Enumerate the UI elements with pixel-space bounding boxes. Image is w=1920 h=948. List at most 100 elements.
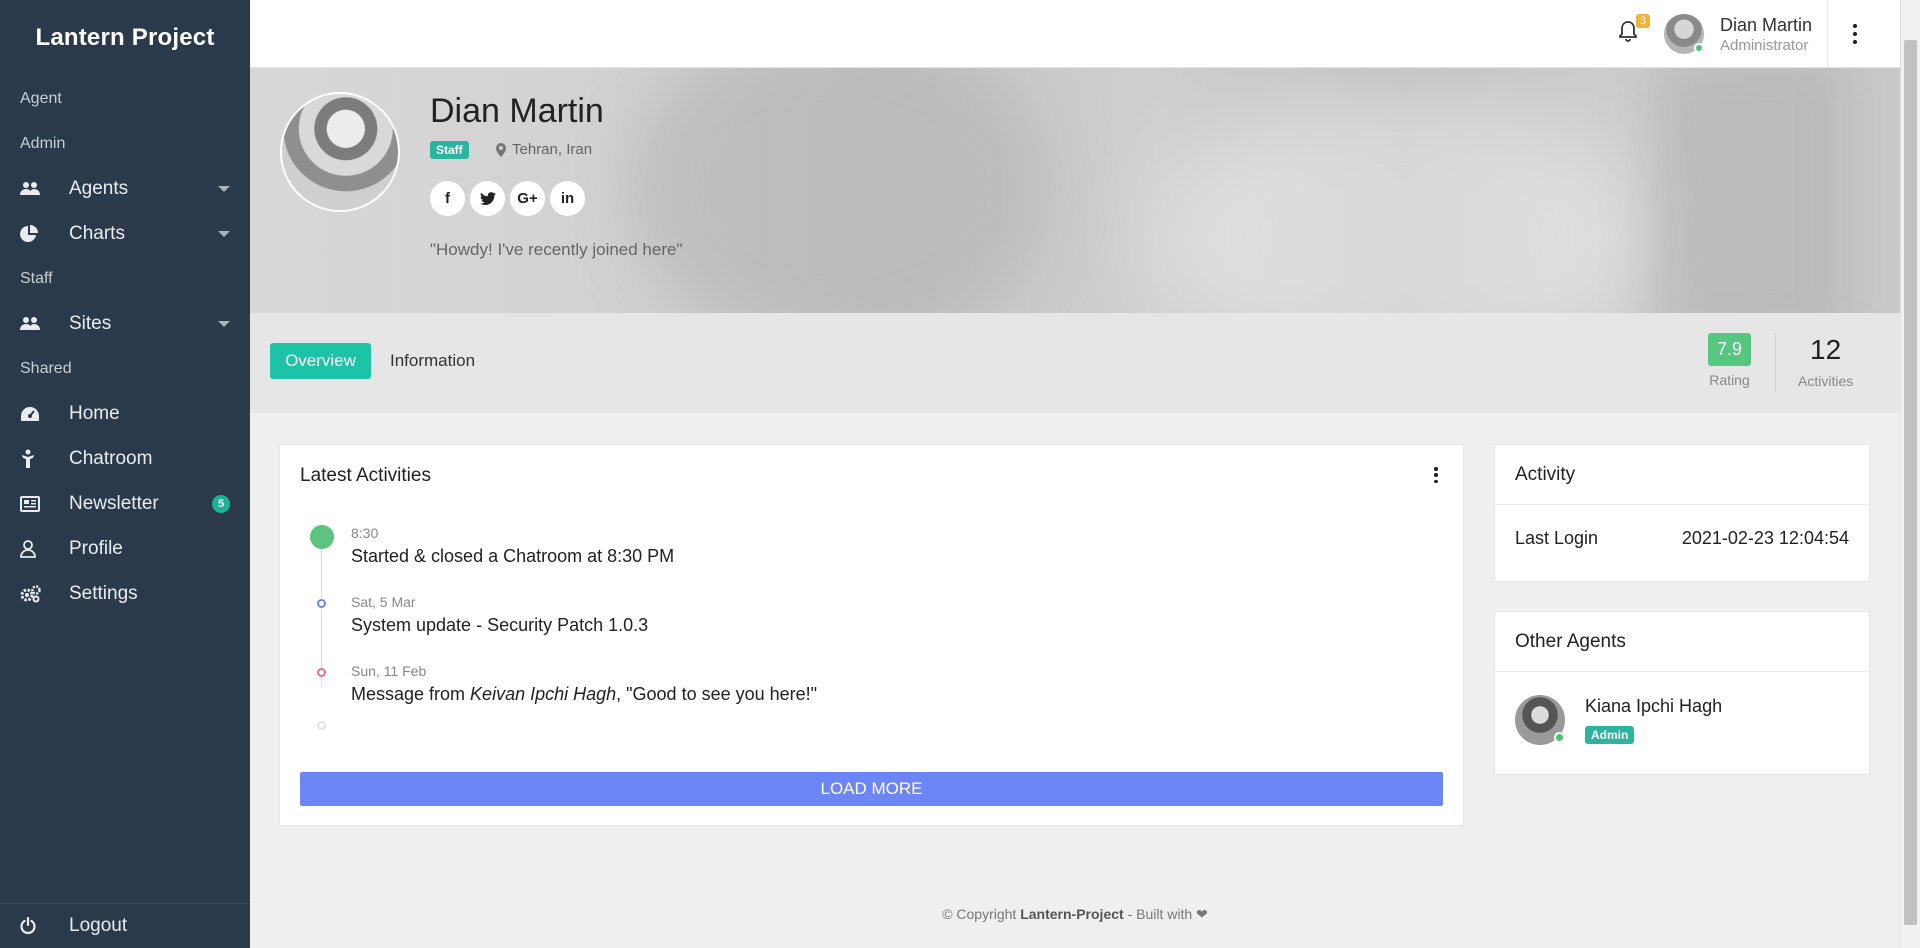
pie-chart-icon <box>20 224 45 243</box>
load-more-button[interactable]: LOAD MORE <box>300 772 1443 806</box>
dot <box>1434 479 1438 483</box>
more-options-button[interactable] <box>1845 22 1865 46</box>
last-login-row: Last Login 2021-02-23 12:04:54 <box>1495 505 1869 571</box>
rating-label: Rating <box>1709 372 1750 388</box>
user-name: Dian Martin <box>1720 15 1813 35</box>
app-title[interactable]: Lantern Project <box>0 0 250 76</box>
section-shared: Shared <box>20 359 72 377</box>
sidebar-item-label: Agents <box>69 177 129 199</box>
activities-label: Activities <box>1798 373 1854 389</box>
dashboard-icon <box>20 406 45 422</box>
timeline-dot <box>310 525 334 549</box>
linkedin-icon[interactable]: in <box>550 181 585 216</box>
user-icon <box>20 539 45 558</box>
newspaper-icon <box>20 495 45 512</box>
timeline-dot <box>317 599 326 608</box>
agent-row[interactable]: Kiana Ipchi Hagh Admin <box>1495 672 1869 774</box>
activity-text: Message from Keivan Ipchi Hagh, "Good to… <box>351 684 817 705</box>
activity-text: System update - Security Patch 1.0.3 <box>351 615 649 635</box>
sidebar-item-label: Sites <box>69 312 112 334</box>
users-icon <box>20 316 45 332</box>
page-scrollbar[interactable] <box>1900 0 1920 948</box>
chatroom-icon <box>20 449 45 469</box>
card-title: Latest Activities <box>300 465 431 486</box>
user-role: Administrator <box>1720 37 1809 54</box>
scrollbar-thumb[interactable] <box>1904 40 1917 925</box>
cover-shade <box>1650 68 1850 313</box>
sidebar-item-settings[interactable]: Settings <box>0 571 250 616</box>
user-menu[interactable]: Dian Martin Administrator <box>1720 15 1812 54</box>
dot <box>1853 40 1857 44</box>
footer: © Copyright Lantern-Project - Built with… <box>250 906 1900 923</box>
sidebar-item-label: Home <box>69 402 120 424</box>
sidebar-item-label: Profile <box>69 537 123 559</box>
tab-overview[interactable]: Overview <box>270 343 371 379</box>
message-content: , "Good to see you here!" <box>616 684 818 704</box>
section-admin: Admin <box>20 134 66 152</box>
sidebar-item-chatroom[interactable]: Chatroom <box>0 436 250 481</box>
sidebar-item-home[interactable]: Home <box>0 391 250 436</box>
activity-time: Sat, 5 Mar <box>351 594 416 610</box>
bell-icon <box>1619 21 1637 42</box>
topbar-divider <box>1827 0 1828 68</box>
online-status-dot <box>1554 732 1565 743</box>
role-badge: Admin <box>1585 726 1635 744</box>
sidebar-item-agents[interactable]: Agents <box>0 166 250 211</box>
cover-shade <box>630 68 1050 313</box>
google-plus-icon[interactable]: G+ <box>510 181 545 216</box>
facebook-icon[interactable]: f <box>430 181 465 216</box>
profile-name: Dian Martin <box>430 92 604 130</box>
dot <box>1853 24 1857 28</box>
last-login-label: Last Login <box>1515 527 1599 548</box>
dot <box>1434 473 1438 477</box>
map-marker-icon <box>496 142 506 157</box>
topbar: 3 Dian Martin Administrator <box>250 0 1900 68</box>
section-staff: Staff <box>20 269 53 287</box>
rating-value: 7.9 <box>1708 333 1752 366</box>
sidebar-item-sites[interactable]: Sites <box>0 301 250 346</box>
last-login-value: 2021-02-23 12:04:54 <box>1681 527 1849 548</box>
activities-stat: 12 Activities <box>1798 333 1853 389</box>
avatar[interactable] <box>1664 14 1704 54</box>
sidebar: Lantern Project Agent Admin Agents Chart… <box>0 0 250 948</box>
dot <box>1853 32 1857 36</box>
notifications-button[interactable]: 3 <box>1618 14 1651 48</box>
cogs-icon <box>20 584 45 603</box>
notification-count-badge: 3 <box>1636 14 1651 28</box>
activities-value: 12 <box>1810 334 1842 365</box>
twitter-icon[interactable] <box>470 181 505 216</box>
newsletter-count-badge: 5 <box>212 494 230 513</box>
caret-down-icon <box>218 320 230 327</box>
sidebar-item-label: Logout <box>69 915 128 936</box>
profile-avatar <box>280 92 400 212</box>
timeline-line <box>321 537 322 687</box>
dot <box>1434 467 1438 471</box>
footer-brand: Lantern-Project <box>1020 906 1124 922</box>
activity-text: Started & closed a Chatroom at 8:30 PM <box>351 546 675 566</box>
message-sender[interactable]: Keivan Ipchi Hagh <box>470 684 616 704</box>
footer-suffix: - Built with ❤ <box>1123 906 1208 922</box>
sidebar-item-label: Chatroom <box>69 447 153 469</box>
logout-button[interactable]: Logout <box>0 903 250 948</box>
sidebar-item-label: Charts <box>69 222 125 244</box>
location-text: Tehran, Iran <box>512 141 593 158</box>
sidebar-item-label: Settings <box>69 582 138 604</box>
avatar <box>1515 695 1565 745</box>
activity-card: Activity Last Login 2021-02-23 12:04:54 <box>1494 444 1870 582</box>
section-agent: Agent <box>20 89 62 107</box>
card-options-button[interactable] <box>1433 467 1439 483</box>
timeline-dot <box>317 668 326 677</box>
sidebar-item-newsletter[interactable]: Newsletter 5 <box>0 481 250 526</box>
cover-shade <box>1150 88 1650 313</box>
agent-name: Kiana Ipchi Hagh <box>1585 696 1723 716</box>
profile-tabs-bar: Overview Information 7.9 Rating 12 Activ… <box>250 313 1900 413</box>
tab-information[interactable]: Information <box>390 343 475 379</box>
card-title: Other Agents <box>1515 630 1626 652</box>
sidebar-item-charts[interactable]: Charts <box>0 211 250 256</box>
sidebar-item-profile[interactable]: Profile <box>0 526 250 571</box>
caret-down-icon <box>218 185 230 192</box>
profile-quote: "Howdy! I've recently joined here" <box>430 240 683 259</box>
latest-activities-card: Latest Activities 8:30 Started & closed … <box>279 444 1464 826</box>
footer-prefix: © Copyright <box>942 906 1021 922</box>
card-title: Activity <box>1515 463 1576 485</box>
